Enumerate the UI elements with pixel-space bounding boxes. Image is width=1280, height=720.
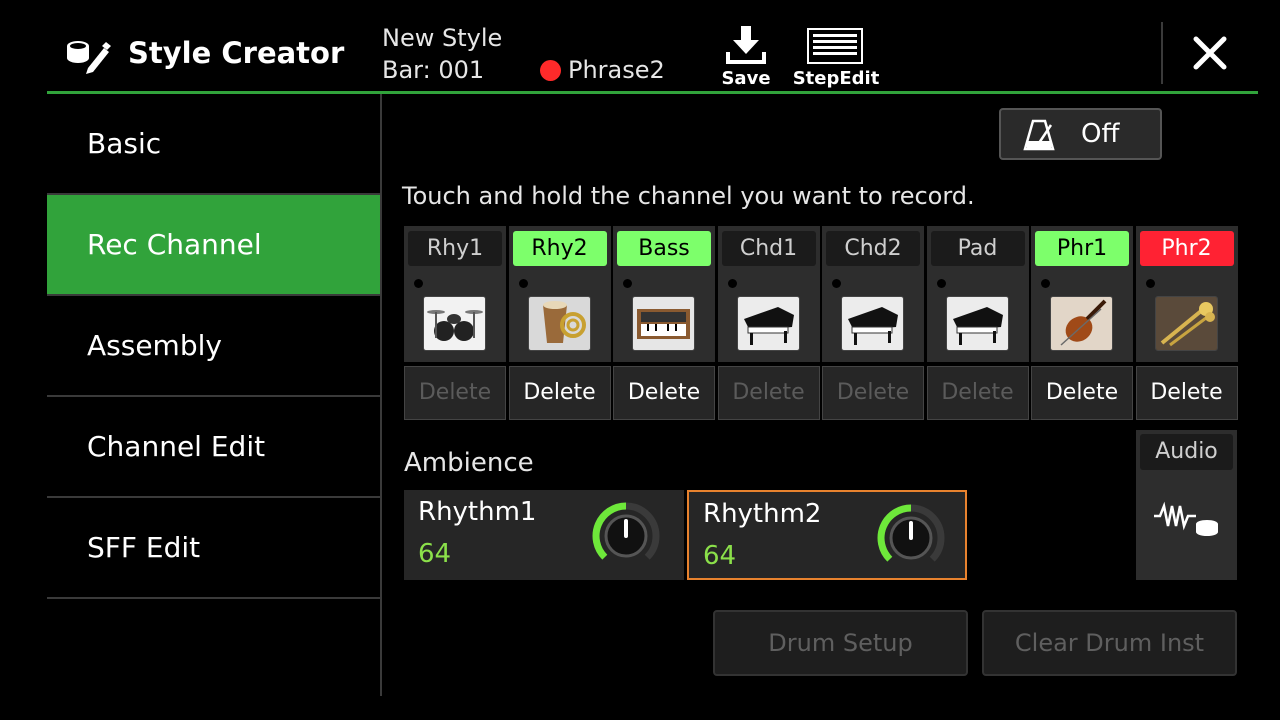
violin-icon (1050, 296, 1113, 351)
channel-label: Chd2 (826, 231, 920, 266)
bar-position: Bar: 001 (382, 56, 485, 84)
channel-selector[interactable]: Bass (613, 226, 715, 362)
knob-icon[interactable] (586, 496, 666, 576)
channel-selector[interactable]: Rhy2 (508, 226, 611, 362)
channel-chd2: Chd2 Delete (822, 226, 924, 420)
sidebar-item-channel-edit[interactable]: Channel Edit (47, 397, 380, 496)
grand-piano-icon (945, 296, 1009, 351)
audio-label: Audio (1140, 434, 1233, 470)
audio-panel[interactable]: Audio (1136, 430, 1237, 580)
channel-phr1: Phr1 Delete (1031, 226, 1133, 420)
delete-button[interactable]: Delete (613, 366, 715, 420)
stepedit-label: StepEdit (792, 68, 880, 89)
sidebar-divider (380, 94, 382, 696)
channel-rhy2: Rhy2 Delete (508, 226, 611, 420)
record-target: Phrase2 (568, 56, 665, 84)
delete-button[interactable]: Delete (1135, 366, 1238, 420)
save-button[interactable]: Save (716, 22, 776, 90)
close-icon (1193, 36, 1227, 70)
channel-status-dot (518, 279, 528, 288)
channel-status-dot (414, 279, 423, 288)
channel-label: Chd1 (721, 231, 816, 266)
brass-icon (1154, 296, 1218, 351)
save-icon (726, 26, 766, 64)
sidebar: Basic Rec Channel Assembly Channel Edit … (47, 94, 380, 600)
stepedit-button[interactable]: StepEdit (790, 22, 882, 90)
channel-status-dot (936, 279, 946, 288)
channel-chd1: Chd1 Delete (717, 226, 820, 420)
ambience-rhythm1[interactable]: Rhythm1 64 (404, 490, 684, 580)
synth-keyboard-icon (632, 296, 695, 351)
channel-label: Rhy2 (512, 231, 607, 266)
audio-wave-drum-icon (1154, 501, 1218, 536)
channel-selector[interactable]: Chd1 (717, 226, 820, 362)
channel-label: Phr2 (1139, 231, 1234, 266)
metronome-button[interactable]: Off (999, 108, 1162, 160)
channel-status-dot (832, 279, 841, 288)
sidebar-item-rec-channel[interactable]: Rec Channel (47, 195, 380, 294)
ambience-label: Ambience (404, 448, 534, 478)
channel-label: Phr1 (1035, 231, 1129, 266)
delete-button[interactable]: Delete (822, 366, 924, 420)
style-name: New Style (382, 24, 503, 52)
ambience-name: Rhythm1 (418, 497, 537, 527)
channel-status-dot (727, 279, 737, 288)
ambience-rhythm2[interactable]: Rhythm2 64 (687, 490, 967, 580)
clear-drum-inst-button[interactable]: Clear Drum Inst (982, 610, 1237, 676)
drum-setup-button[interactable]: Drum Setup (713, 610, 968, 676)
delete-button[interactable]: Delete (508, 366, 611, 420)
knob-icon[interactable] (871, 498, 951, 578)
channel-selector[interactable]: Pad (926, 226, 1029, 362)
channel-pad: Pad Delete (926, 226, 1029, 420)
channel-label: Pad (930, 231, 1025, 266)
metronome-state: Off (1081, 119, 1120, 149)
delete-button[interactable]: Delete (717, 366, 820, 420)
style-creator-icon (64, 34, 112, 74)
grand-piano-icon (841, 296, 904, 351)
delete-button[interactable]: Delete (926, 366, 1029, 420)
record-dot-icon (540, 60, 561, 81)
channel-selector[interactable]: Phr2 (1135, 226, 1238, 362)
channel-phr2: Phr2 Delete (1135, 226, 1238, 420)
sidebar-item-sff-edit[interactable]: SFF Edit (47, 498, 380, 597)
sidebar-separator (47, 597, 380, 599)
save-label: Save (721, 68, 771, 89)
drum-kit-icon (423, 296, 486, 351)
delete-button[interactable]: Delete (404, 366, 506, 420)
ambience-name: Rhythm2 (703, 499, 822, 529)
channel-rhy1: Rhy1 Delete (404, 226, 506, 420)
grand-piano-icon (736, 296, 800, 351)
close-button[interactable] (1180, 22, 1240, 84)
channel-label: Bass (617, 231, 711, 266)
channel-bass: Bass Delete (613, 226, 715, 420)
ambience-value: 64 (418, 539, 452, 569)
percussion-icon (527, 296, 591, 351)
header-divider (1161, 22, 1163, 84)
sidebar-item-assembly[interactable]: Assembly (47, 296, 380, 395)
sidebar-item-basic[interactable]: Basic (47, 94, 380, 193)
metronome-icon (1023, 119, 1055, 151)
channel-status-dot (1041, 279, 1050, 288)
channel-grid: Rhy1 Delete Rhy2 Delete Bass Delete Chd1… (404, 226, 1238, 420)
channel-selector[interactable]: Chd2 (822, 226, 924, 362)
channel-selector[interactable]: Rhy1 (404, 226, 506, 362)
channel-selector[interactable]: Phr1 (1031, 226, 1133, 362)
channel-label: Rhy1 (408, 231, 502, 266)
ambience-value: 64 (703, 541, 737, 571)
channel-status-dot (623, 279, 632, 288)
app-title: Style Creator (128, 36, 345, 70)
channel-status-dot (1145, 279, 1155, 288)
delete-button[interactable]: Delete (1031, 366, 1133, 420)
instruction-text: Touch and hold the channel you want to r… (402, 182, 975, 210)
step-list-icon (807, 28, 863, 64)
